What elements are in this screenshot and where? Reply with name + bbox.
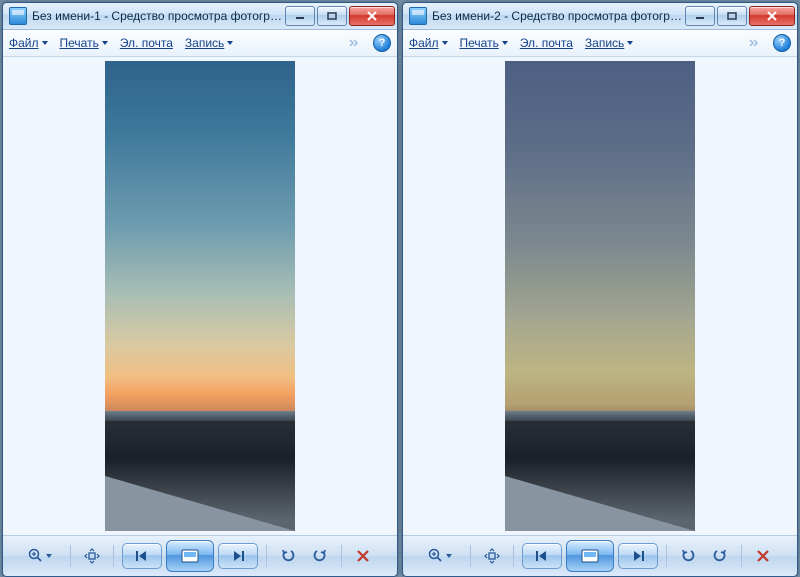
menu-email[interactable]: Эл. почта — [520, 36, 573, 50]
app-icon — [409, 7, 427, 25]
fit-window-button[interactable] — [479, 544, 505, 568]
window-title: Без имени-1 - Средство просмотра фотогра… — [32, 9, 285, 23]
menubar: Файл Печать Эл. почта Запись ? — [3, 30, 397, 57]
prev-icon — [134, 550, 150, 562]
menu-file[interactable]: Файл — [409, 36, 448, 50]
next-icon — [230, 550, 246, 562]
image-viewport[interactable] — [403, 57, 797, 535]
chevron-down-icon — [442, 41, 448, 45]
photo-content — [505, 61, 695, 531]
rotate-cw-icon — [312, 548, 328, 564]
titlebar[interactable]: Без имени-2 - Средство просмотра фотогра… — [403, 3, 797, 30]
zoom-button[interactable] — [25, 544, 62, 568]
minimize-button[interactable] — [285, 6, 315, 26]
zoom-in-icon — [428, 548, 444, 564]
rotate-cw-button[interactable] — [707, 544, 733, 568]
next-button[interactable] — [218, 543, 258, 569]
chevron-down-icon — [102, 41, 108, 45]
close-button[interactable] — [749, 6, 795, 26]
menu-print[interactable]: Печать — [460, 36, 508, 50]
menu-email[interactable]: Эл. почта — [120, 36, 173, 50]
maximize-button[interactable] — [317, 6, 347, 26]
chevron-down-icon — [627, 41, 633, 45]
bottom-toolbar — [3, 535, 397, 576]
titlebar[interactable]: Без имени-1 - Средство просмотра фотогра… — [3, 3, 397, 30]
next-icon — [630, 550, 646, 562]
delete-icon — [356, 549, 370, 563]
fit-icon — [84, 548, 100, 564]
rotate-ccw-icon — [680, 548, 696, 564]
bottom-toolbar — [403, 535, 797, 576]
nav-group — [122, 540, 258, 572]
delete-button[interactable] — [750, 544, 776, 568]
close-button[interactable] — [349, 6, 395, 26]
overflow-chevron-icon[interactable] — [347, 36, 361, 50]
chevron-down-icon — [446, 554, 452, 558]
image-viewport[interactable] — [3, 57, 397, 535]
app-icon — [9, 7, 27, 25]
menubar: Файл Печать Эл. почта Запись ? — [403, 30, 797, 57]
maximize-button[interactable] — [717, 6, 747, 26]
rotate-cw-button[interactable] — [307, 544, 333, 568]
chevron-down-icon — [502, 41, 508, 45]
rotate-ccw-icon — [280, 548, 296, 564]
photo-content — [105, 61, 295, 531]
window-title: Без имени-2 - Средство просмотра фотогра… — [432, 9, 685, 23]
menu-record[interactable]: Запись — [185, 36, 233, 50]
next-button[interactable] — [618, 543, 658, 569]
prev-button[interactable] — [522, 543, 562, 569]
chevron-down-icon — [46, 554, 52, 558]
photo-viewer-window-1: Без имени-1 - Средство просмотра фотогра… — [2, 2, 398, 577]
fit-icon — [484, 548, 500, 564]
rotate-cw-icon — [712, 548, 728, 564]
slideshow-button[interactable] — [566, 540, 614, 572]
prev-button[interactable] — [122, 543, 162, 569]
rotate-ccw-button[interactable] — [275, 544, 301, 568]
delete-button[interactable] — [350, 544, 376, 568]
menu-record[interactable]: Запись — [585, 36, 633, 50]
rotate-ccw-button[interactable] — [675, 544, 701, 568]
help-button[interactable]: ? — [773, 34, 791, 52]
slideshow-button[interactable] — [166, 540, 214, 572]
menu-print[interactable]: Печать — [60, 36, 108, 50]
help-button[interactable]: ? — [373, 34, 391, 52]
nav-group — [522, 540, 658, 572]
window-buttons — [285, 6, 395, 26]
desktop: Без имени-1 - Средство просмотра фотогра… — [0, 0, 800, 577]
window-buttons — [685, 6, 795, 26]
minimize-button[interactable] — [685, 6, 715, 26]
delete-icon — [756, 549, 770, 563]
prev-icon — [534, 550, 550, 562]
menu-file[interactable]: Файл — [9, 36, 48, 50]
slideshow-icon — [180, 548, 200, 564]
zoom-in-icon — [28, 548, 44, 564]
overflow-chevron-icon[interactable] — [747, 36, 761, 50]
photo-viewer-window-2: Без имени-2 - Средство просмотра фотогра… — [402, 2, 798, 577]
zoom-button[interactable] — [425, 544, 462, 568]
fit-window-button[interactable] — [79, 544, 105, 568]
slideshow-icon — [580, 548, 600, 564]
chevron-down-icon — [227, 41, 233, 45]
chevron-down-icon — [42, 41, 48, 45]
